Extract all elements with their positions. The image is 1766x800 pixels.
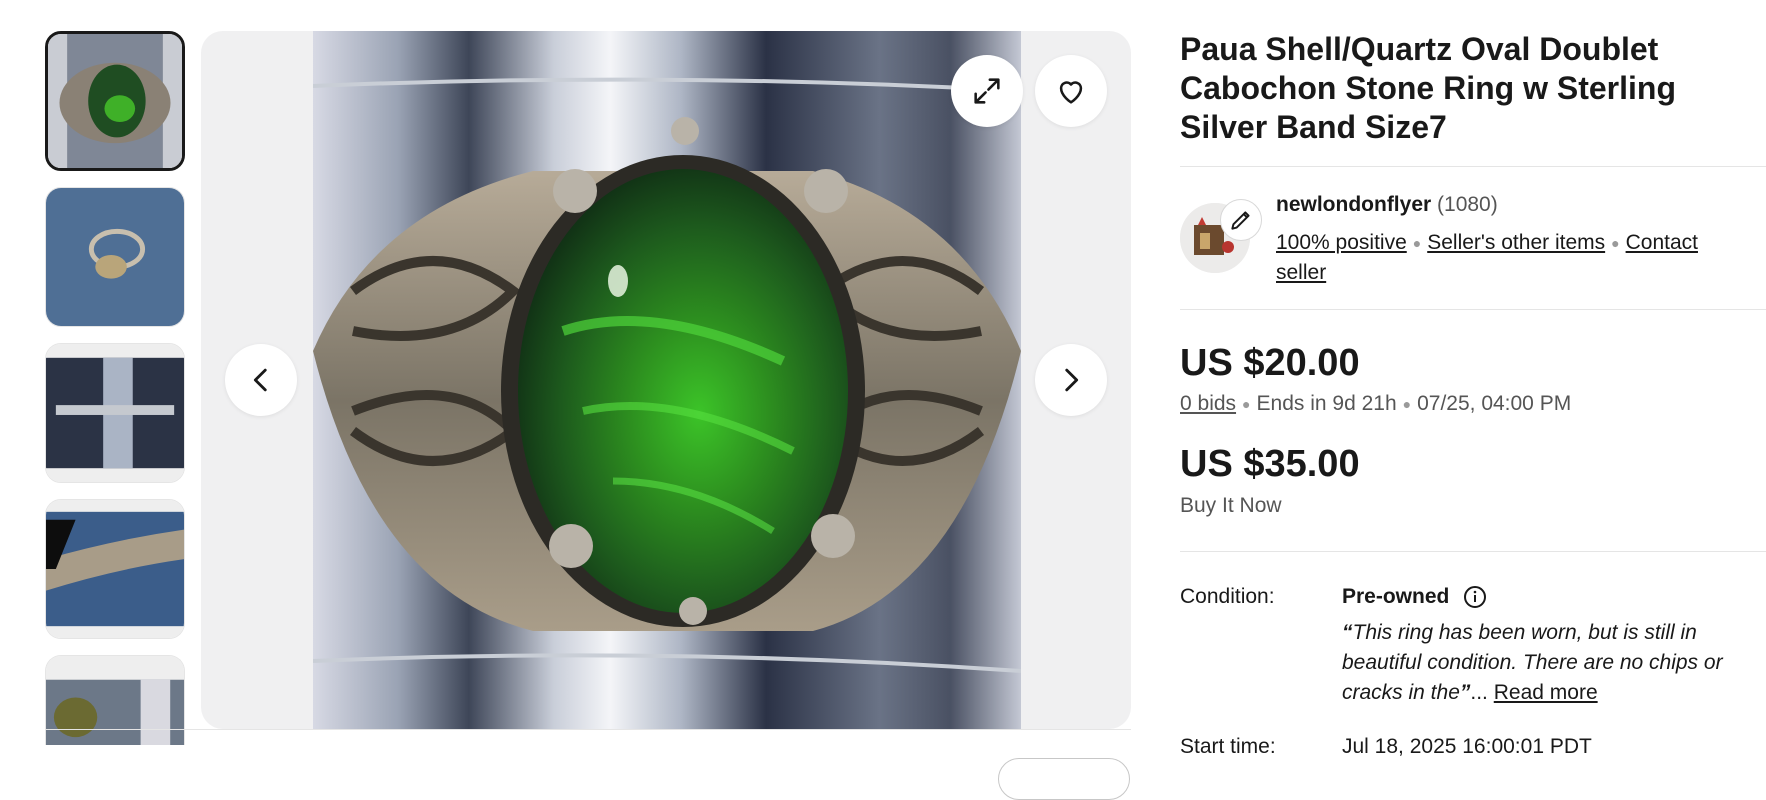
divider bbox=[1180, 166, 1766, 167]
thumbnail-image bbox=[46, 188, 184, 326]
seller-other-items-link[interactable]: Seller's other items bbox=[1427, 231, 1605, 254]
read-more-link[interactable]: Read more bbox=[1494, 681, 1598, 704]
partial-button[interactable] bbox=[998, 758, 1130, 800]
listing-title: Paua Shell/Quartz Oval Doublet Cabochon … bbox=[1180, 31, 1676, 145]
separator-dot: ● bbox=[1402, 396, 1412, 413]
expand-button[interactable] bbox=[951, 55, 1023, 127]
thumbnail-image bbox=[48, 34, 182, 168]
expand-icon bbox=[974, 78, 1000, 104]
positive-feedback-link[interactable]: 100% positive bbox=[1276, 231, 1407, 254]
edit-badge[interactable] bbox=[1220, 199, 1262, 241]
thumbnail-image bbox=[46, 656, 184, 745]
current-bid-price: US $20.00 bbox=[1180, 342, 1360, 384]
start-time-label: Start time: bbox=[1180, 735, 1276, 758]
info-icon[interactable] bbox=[1463, 585, 1487, 609]
chevron-right-icon bbox=[1065, 368, 1079, 392]
thumbnail-1[interactable] bbox=[45, 31, 185, 171]
separator-dot: ● bbox=[1611, 235, 1620, 252]
thumbnail-image bbox=[46, 344, 184, 482]
condition-value: Pre-owned bbox=[1342, 585, 1450, 608]
seller-links: 100% positive ● Seller's other items ● Conta… bbox=[1276, 228, 1746, 288]
main-image-viewer[interactable] bbox=[201, 31, 1131, 729]
thumbnail-3[interactable] bbox=[45, 343, 185, 483]
ends-in: Ends in 9d 21h bbox=[1256, 392, 1397, 415]
thumbnail-4[interactable] bbox=[45, 499, 185, 639]
buy-it-now-label: Buy It Now bbox=[1180, 494, 1282, 517]
thumbnail-5[interactable] bbox=[45, 655, 185, 745]
previous-image-button[interactable] bbox=[225, 344, 297, 416]
thumbnail-image bbox=[46, 500, 184, 638]
seller-info: newlondonflyer (1080) bbox=[1276, 193, 1498, 217]
thumbnail-2[interactable] bbox=[45, 187, 185, 327]
chevron-left-icon bbox=[253, 368, 267, 392]
condition-note: “This ring has been worn, but is still i… bbox=[1342, 618, 1762, 708]
main-product-image bbox=[313, 31, 1021, 729]
seller-name[interactable]: newlondonflyer bbox=[1276, 193, 1431, 216]
heart-icon bbox=[1059, 81, 1083, 104]
start-time-value: Jul 18, 2025 16:00:01 PDT bbox=[1342, 735, 1592, 758]
watch-button[interactable] bbox=[1035, 55, 1107, 127]
bids-link[interactable]: 0 bids bbox=[1180, 392, 1236, 415]
ellipsis: ... bbox=[1470, 681, 1488, 704]
divider bbox=[1180, 309, 1766, 310]
divider bbox=[1180, 551, 1766, 552]
pencil-icon bbox=[1231, 211, 1250, 230]
separator-dot: ● bbox=[1412, 235, 1422, 252]
quote-open: “ bbox=[1342, 621, 1353, 644]
bid-info: 0 bids ● Ends in 9d 21h ● 07/25, 04:00 PM bbox=[1180, 392, 1571, 416]
buy-now-price: US $35.00 bbox=[1180, 443, 1360, 485]
end-date: 07/25, 04:00 PM bbox=[1417, 392, 1572, 415]
seller-feedback-count: (1080) bbox=[1437, 193, 1498, 216]
condition-label: Condition: bbox=[1180, 585, 1275, 608]
condition-value-row: Pre-owned bbox=[1342, 585, 1487, 609]
gallery-divider bbox=[45, 729, 1131, 730]
separator-dot: ● bbox=[1242, 396, 1251, 413]
next-image-button[interactable] bbox=[1035, 344, 1107, 416]
quote-close: ” bbox=[1459, 681, 1471, 704]
